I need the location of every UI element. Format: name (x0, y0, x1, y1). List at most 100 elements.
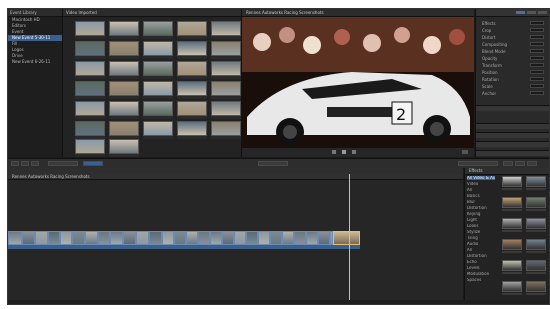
effect-thumbnail[interactable] (526, 176, 546, 187)
clip-thumbnail[interactable] (75, 139, 105, 154)
clip-thumbnail[interactable] (177, 61, 207, 76)
timeline-clip[interactable] (282, 231, 294, 245)
previous-icon[interactable] (332, 150, 336, 154)
inspector-row[interactable]: Position (478, 70, 548, 75)
timeline-clip[interactable] (318, 231, 330, 245)
effect-category[interactable]: Distortion (467, 206, 495, 210)
clip-thumbnail[interactable] (211, 81, 241, 96)
clip-thumbnail[interactable] (109, 121, 139, 136)
clip-thumbnail[interactable] (109, 101, 139, 116)
inspector-param-value[interactable] (530, 28, 544, 32)
inspector-param-value[interactable] (530, 21, 544, 25)
clip-thumbnail[interactable] (143, 21, 173, 36)
inspector-param-value[interactable] (530, 70, 544, 74)
titles-browser-button[interactable] (527, 161, 537, 166)
timeline-clip[interactable] (123, 231, 136, 245)
timeline-clip[interactable] (136, 231, 149, 245)
inspector-row[interactable]: Crop (478, 28, 548, 33)
inspector-row[interactable]: Scale (478, 84, 548, 89)
inspector-row[interactable]: Transform (478, 63, 548, 68)
timeline-clip[interactable] (85, 231, 98, 245)
effect-category[interactable]: Video (467, 182, 495, 186)
transitions-browser-button[interactable] (515, 161, 525, 166)
clip-thumbnail[interactable] (143, 61, 173, 76)
clip-thumbnail[interactable] (211, 121, 241, 136)
clip-thumbnail[interactable] (177, 121, 207, 136)
clip-thumbnail[interactable] (75, 21, 105, 36)
effect-category[interactable]: All (467, 248, 495, 252)
inspector-param-value[interactable] (530, 84, 544, 88)
inspector-row[interactable]: Effects (478, 21, 548, 26)
effect-thumbnail[interactable] (502, 176, 522, 187)
timeline-clip[interactable] (22, 231, 35, 245)
timeline-clip[interactable] (72, 231, 85, 245)
timeline-clip[interactable] (98, 231, 110, 245)
effect-category[interactable]: Audio (467, 242, 495, 246)
effect-thumbnail[interactable] (526, 197, 546, 208)
inspector-param-value[interactable] (530, 42, 544, 46)
effect-thumbnail[interactable] (502, 197, 522, 208)
timeline-clip[interactable] (246, 231, 258, 245)
inspector-param-value[interactable] (530, 56, 544, 60)
effect-thumbnail[interactable] (502, 218, 522, 229)
tab-info[interactable] (538, 11, 547, 14)
inspector-row[interactable]: Distort (478, 35, 548, 40)
effect-category[interactable]: Echo (467, 260, 495, 264)
effect-category[interactable]: Looks (467, 224, 495, 228)
clip-thumbnail[interactable] (177, 41, 207, 56)
clip-thumbnail[interactable] (143, 121, 173, 136)
clip-thumbnail[interactable] (143, 41, 173, 56)
clip-thumbnail[interactable] (75, 81, 105, 96)
clip-thumbnail[interactable] (75, 41, 105, 56)
inspector-section[interactable] (476, 150, 549, 156)
inspector-section[interactable] (476, 141, 549, 147)
timeline-clip[interactable] (222, 231, 234, 245)
play-icon[interactable] (342, 150, 346, 154)
inspector-param-value[interactable] (530, 77, 544, 81)
timeline-clip[interactable] (110, 231, 123, 245)
timeline-clip[interactable] (210, 231, 222, 245)
effect-thumbnail[interactable] (502, 239, 522, 250)
inspector-param-value[interactable] (530, 91, 544, 95)
clip-thumbnail[interactable] (109, 139, 139, 154)
clip-thumbnail[interactable] (211, 41, 241, 56)
clip-thumbnail[interactable] (211, 61, 241, 76)
effect-category[interactable]: Spaces (467, 278, 495, 282)
next-icon[interactable] (352, 150, 356, 154)
import-button[interactable] (11, 161, 19, 166)
timeline-clip[interactable] (198, 231, 210, 245)
timeline-clip[interactable] (294, 231, 306, 245)
effect-category[interactable]: Blur (467, 200, 495, 204)
inspector-row[interactable]: Anchor (478, 91, 548, 96)
clip-thumbnail[interactable] (75, 101, 105, 116)
timeline-clip[interactable] (8, 231, 22, 245)
clip-thumbnail[interactable] (75, 121, 105, 136)
clip-thumbnail[interactable] (109, 81, 139, 96)
inspector-param-value[interactable] (530, 49, 544, 53)
tab-audio[interactable] (527, 11, 536, 14)
effect-category[interactable]: All Video & Audio (467, 176, 495, 180)
clip-thumbnail[interactable] (211, 21, 241, 36)
timeline-clip[interactable] (149, 231, 162, 245)
effect-thumbnail[interactable] (502, 281, 522, 292)
inspector-section[interactable] (476, 123, 549, 129)
clip-thumbnail[interactable] (75, 61, 105, 76)
inspector-section[interactable] (476, 132, 549, 138)
effect-category[interactable]: Basics (467, 194, 495, 198)
inspector-row[interactable]: Opacity (478, 56, 548, 61)
library-item[interactable]: New Event 6-26-11 (8, 59, 62, 65)
timeline-clip[interactable] (234, 231, 246, 245)
timeline-clip[interactable] (270, 231, 282, 245)
clip-thumbnail[interactable] (177, 21, 207, 36)
clip-thumbnail[interactable] (177, 101, 207, 116)
timeline-clip[interactable] (174, 231, 186, 245)
clip-thumbnail[interactable] (177, 81, 207, 96)
edit-buttons[interactable] (48, 161, 78, 166)
tab-video[interactable] (516, 11, 525, 14)
inspector-param-value[interactable] (530, 35, 544, 39)
selected-clip[interactable] (333, 231, 360, 245)
effect-thumbnail[interactable] (526, 239, 546, 250)
audio-track[interactable] (8, 245, 360, 249)
playhead[interactable] (349, 174, 350, 304)
effect-thumbnail[interactable] (526, 260, 546, 271)
